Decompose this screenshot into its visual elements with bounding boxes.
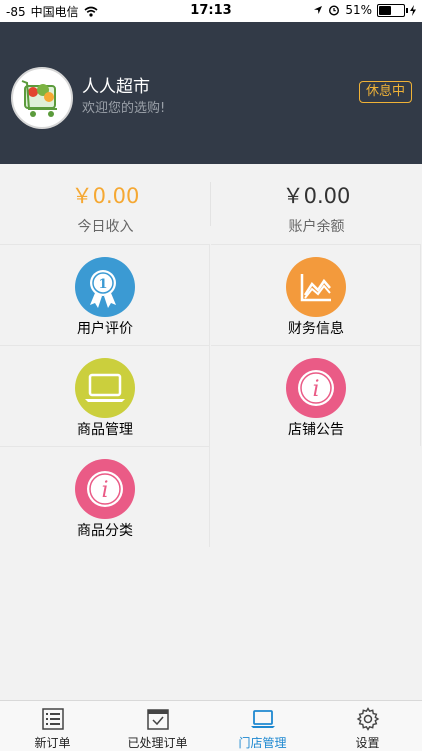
info-icon: i <box>75 459 135 519</box>
store-avatar[interactable] <box>11 67 73 129</box>
menu-item-label: 店铺公告 <box>288 422 344 438</box>
menu-item-product-category[interactable]: i 商品分类 <box>0 446 210 547</box>
store-name: 人人超市 <box>82 77 150 97</box>
menu-item-label: 财务信息 <box>288 321 344 337</box>
today-income-label: 今日收入 <box>77 219 134 235</box>
tab-processed-orders[interactable]: 已处理订单 <box>105 701 210 751</box>
tab-new-orders[interactable]: 新订单 <box>0 701 105 751</box>
menu-item-store-announcement[interactable]: i 店铺公告 <box>211 345 421 446</box>
menu-item-product-management[interactable]: 商品管理 <box>0 345 210 446</box>
menu-item-finance-info[interactable]: 财务信息 <box>211 244 421 345</box>
svg-text:i: i <box>312 377 319 402</box>
shopping-cart-logo-icon <box>21 80 57 117</box>
store-status-badge[interactable]: 休息中 <box>358 81 412 103</box>
info-icon: i <box>286 358 346 418</box>
account-balance[interactable]: ￥0.00 账户余额 <box>211 164 422 244</box>
list-icon <box>42 708 64 730</box>
checked-calendar-icon <box>147 709 169 730</box>
tab-label: 已处理订单 <box>127 736 188 750</box>
battery-level <box>379 5 392 15</box>
line-chart-icon <box>286 257 346 317</box>
bottom-tab-bar: 新订单 已处理订单 门店管理 设置 <box>0 700 422 751</box>
award-ribbon-icon: 1 <box>75 257 135 317</box>
status-bar: -85 中国电信 17:13 51% <box>0 0 422 22</box>
tab-label: 新订单 <box>34 736 71 750</box>
tab-settings[interactable]: 设置 <box>315 701 420 751</box>
charging-bolt-icon <box>410 4 416 16</box>
today-income[interactable]: ￥0.00 今日收入 <box>0 164 211 244</box>
laptop-icon <box>251 710 275 728</box>
today-income-amount: ￥0.00 <box>71 184 140 208</box>
tab-label: 门店管理 <box>238 736 287 750</box>
svg-text:1: 1 <box>98 277 107 292</box>
store-welcome-text: 欢迎您的选购! <box>82 101 166 116</box>
battery-icon <box>377 3 408 17</box>
gear-icon <box>356 707 380 731</box>
location-arrow-icon <box>314 6 323 14</box>
laptop-icon <box>75 358 135 418</box>
tab-label: 设置 <box>355 736 380 750</box>
menu-item-label: 商品分类 <box>77 523 133 539</box>
menu-item-label: 用户评价 <box>77 321 133 337</box>
svg-text:i: i <box>101 478 108 503</box>
battery-percent: 51% <box>345 3 372 17</box>
alarm-icon <box>329 5 340 16</box>
stats-panel: ￥0.00 今日收入 ￥0.00 账户余额 <box>0 164 422 244</box>
status-bar-right: 51% <box>313 3 416 17</box>
tab-store-management[interactable]: 门店管理 <box>210 701 315 751</box>
menu-item-user-reviews[interactable]: 1 用户评价 <box>0 244 210 345</box>
store-header: 人人超市 欢迎您的选购! 休息中 <box>0 22 422 164</box>
account-balance-amount: ￥0.00 <box>282 184 351 208</box>
menu-item-label: 商品管理 <box>77 422 133 438</box>
account-balance-label: 账户余额 <box>288 219 345 235</box>
